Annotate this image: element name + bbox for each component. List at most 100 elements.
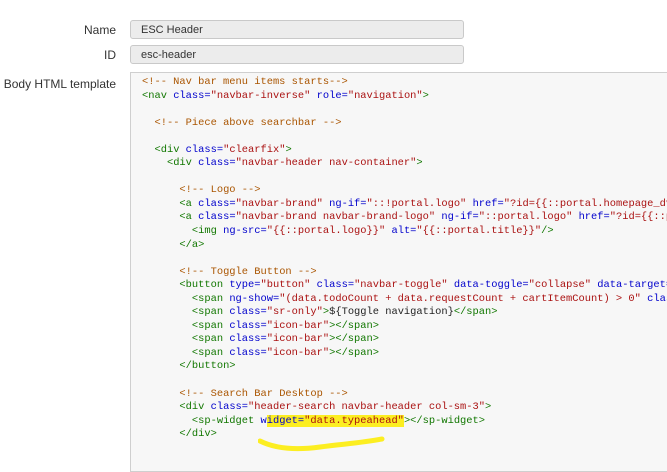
code-line: <a class="navbar-brand navbar-brand-logo…	[142, 211, 667, 225]
yellow-highlight-squiggle	[258, 436, 385, 452]
code-token: "navigation"	[347, 89, 423, 102]
code-line: <span class="icon-bar"></span>	[142, 320, 667, 334]
code-token: >	[416, 157, 423, 170]
code-token: class=	[229, 306, 267, 319]
code-token: "navbar-header nav-container"	[235, 157, 417, 170]
code-token: <a	[179, 211, 199, 224]
body-html-template-label: Body HTML template	[3, 77, 116, 91]
code-token: <span	[191, 319, 230, 332]
code-token: "navbar-toggle"	[354, 279, 448, 292]
code-token: class=	[210, 401, 249, 414]
code-line: <!-- Nav bar menu items starts-->	[142, 76, 667, 90]
code-line: <!-- Toggle Button -->	[142, 266, 667, 280]
code-token: />	[541, 225, 554, 238]
code-token: ></sp-widget>	[403, 414, 485, 427]
code-line: <sp-widget widget="data.typeahead"></sp-…	[142, 414, 667, 429]
code-token: "::!portal.logo"	[366, 197, 467, 210]
code-token: "icon-bar"	[266, 319, 330, 332]
code-line: <a class="navbar-brand" ng-if="::!portal…	[142, 198, 667, 212]
code-token: href=	[578, 211, 610, 224]
code-token: <span	[191, 333, 230, 346]
code-token: idget=	[266, 414, 305, 427]
code-token: data-target=	[597, 279, 667, 292]
code-token: <a	[179, 197, 199, 210]
code-token: ng-show=	[229, 292, 280, 305]
code-token: ng-if=	[441, 211, 479, 224]
code-token: "icon-bar"	[266, 346, 330, 359]
code-token: <!-- Logo -->	[179, 184, 261, 197]
code-token: </a>	[179, 238, 205, 251]
code-token: class=	[229, 346, 267, 359]
code-token: data-toggle=	[453, 279, 529, 292]
code-token: <!-- Search Bar Desktop -->	[179, 387, 348, 400]
code-token: class=	[173, 89, 211, 102]
code-token: <button	[179, 279, 230, 292]
code-token: class=	[229, 333, 267, 346]
code-token: alt=	[391, 225, 417, 238]
code-token: >	[285, 143, 292, 156]
code-line: </button>	[142, 360, 667, 374]
code-line: <div class="clearfix">	[142, 144, 667, 158]
code-token: class=	[198, 157, 236, 170]
code-token: <span	[191, 292, 230, 305]
code-token: </button>	[179, 360, 236, 373]
code-token: ></span>	[329, 319, 379, 332]
name-input[interactable]	[130, 20, 464, 39]
code-token: "data.typeahead"	[304, 414, 404, 427]
code-token: class=	[229, 319, 267, 332]
code-token: <div	[179, 401, 211, 414]
code-token: "navbar-inverse"	[210, 89, 311, 102]
code-token: "(data.todoCount + data.requestCount + c…	[279, 292, 641, 305]
code-token: "navbar-brand navbar-brand-logo"	[235, 211, 436, 224]
code-token: <div	[154, 143, 186, 156]
body-html-code-editor[interactable]: <!-- Nav bar menu items starts--> <nav cl…	[130, 72, 667, 472]
code-token: "sr-only"	[266, 306, 323, 319]
code-line: <!-- Logo -->	[142, 184, 667, 198]
code-line: <img ng-src="{{::portal.logo}}" alt="{{:…	[142, 225, 667, 239]
code-token: ng-if=	[329, 197, 367, 210]
code-token: ${Toggle navigation}	[329, 306, 454, 319]
code-token: >	[422, 89, 429, 102]
code-token: class=	[647, 292, 667, 305]
code-line: <div class="navbar-header nav-container"…	[142, 157, 667, 171]
code-token: <!-- Toggle Button -->	[179, 265, 317, 278]
code-line: <span ng-show="(data.todoCount + data.re…	[142, 293, 667, 307]
code-line: <!-- Piece above searchbar -->	[142, 117, 667, 131]
code-token: "icon-bar"	[266, 333, 330, 346]
code-line: <div class="header-search navbar-header …	[142, 401, 667, 415]
code-token: ></span>	[329, 333, 379, 346]
code-token: class=	[316, 279, 355, 292]
code-token: w	[260, 414, 267, 427]
code-line: <!-- Search Bar Desktop -->	[142, 388, 667, 402]
code-line: <span class="icon-bar"></span>	[142, 333, 667, 347]
code-line: <nav class="navbar-inverse" role="naviga…	[142, 90, 667, 104]
code-line: </a>	[142, 239, 667, 253]
code-token: ></span>	[329, 346, 379, 359]
code-token: class=	[198, 197, 236, 210]
code-token: <!-- Nav bar menu items starts-->	[142, 76, 348, 88]
code-token: "{{::portal.title}}"	[416, 225, 542, 238]
id-input[interactable]	[130, 45, 464, 64]
code-token: <!-- Piece above searchbar -->	[154, 116, 342, 129]
code-token: "button"	[260, 279, 311, 292]
code-token: type=	[229, 279, 261, 292]
code-token: "navbar-brand"	[235, 197, 323, 210]
